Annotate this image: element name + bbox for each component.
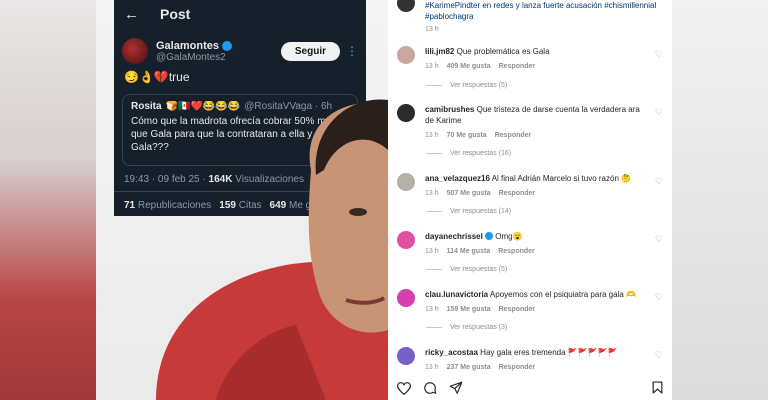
reply-button[interactable]: Responder bbox=[499, 188, 536, 199]
caption-hashtags[interactable]: #KarimePindter en redes y lanza fuerte a… bbox=[425, 0, 664, 11]
screenshot-root: ← Post Galamontes @GalaMontes2 Seguir ⋮ … bbox=[0, 0, 768, 400]
reply-button[interactable]: Responder bbox=[495, 130, 532, 141]
comment-likes[interactable]: 114 Me gusta bbox=[447, 246, 491, 257]
comment-likes[interactable]: 507 Me gusta bbox=[447, 188, 491, 199]
comment-likes[interactable]: 159 Me gusta bbox=[447, 304, 491, 315]
comment-username[interactable]: ana_velazquez16 bbox=[425, 174, 490, 183]
caption-hashtags-2[interactable]: #pablochagra bbox=[425, 11, 664, 22]
comment-time: 13 h bbox=[425, 190, 439, 197]
comment-text: Al final Adrián Marcelo si tuvo razón 🤔 bbox=[491, 174, 632, 183]
view-replies-button[interactable]: Ver respuestas (3) bbox=[426, 324, 507, 331]
avatar[interactable] bbox=[397, 173, 415, 191]
heart-icon[interactable]: ♡ bbox=[655, 176, 663, 187]
comment-time: 13 h bbox=[425, 63, 439, 70]
avatar[interactable] bbox=[397, 46, 415, 64]
comment-username[interactable]: clau.lunavictoria bbox=[425, 290, 488, 299]
avatar[interactable] bbox=[397, 104, 415, 122]
avatar[interactable] bbox=[397, 231, 415, 249]
reply-button[interactable]: Responder bbox=[499, 61, 536, 72]
comment-likes[interactable]: 70 Me gusta bbox=[447, 130, 487, 141]
comments-panel: #KarimePindter en redes y lanza fuerte a… bbox=[388, 0, 672, 400]
blurred-background-right bbox=[672, 0, 768, 400]
view-replies-button[interactable]: Ver respuestas (14) bbox=[426, 208, 511, 215]
comment-time: 13 h bbox=[425, 248, 439, 255]
heart-icon[interactable]: ♡ bbox=[655, 234, 663, 245]
heart-icon[interactable]: ♡ bbox=[655, 350, 663, 361]
reply-button[interactable]: Responder bbox=[499, 304, 536, 315]
comment-likes[interactable]: 237 Me gusta bbox=[447, 362, 491, 373]
comment-username[interactable]: dayanechrissel bbox=[425, 232, 483, 241]
view-replies-button[interactable]: Ver respuestas (16) bbox=[426, 150, 511, 157]
comment-time: 13 h bbox=[425, 132, 439, 139]
view-replies-button[interactable]: Ver respuestas (5) bbox=[426, 266, 507, 273]
comment-time: 13 h bbox=[425, 306, 439, 313]
comment-text: Hay gala eres tremenda 🚩🚩🚩🚩🚩 bbox=[480, 348, 618, 357]
avatar[interactable] bbox=[397, 289, 415, 307]
comment-text: Que problemática es Gala bbox=[456, 47, 550, 56]
video-player[interactable]: ← Post Galamontes @GalaMontes2 Seguir ⋮ … bbox=[96, 0, 388, 400]
view-replies-button[interactable]: Ver respuestas (5) bbox=[426, 82, 507, 89]
comment-username[interactable]: ricky_acostaa bbox=[425, 348, 478, 357]
heart-icon[interactable]: ♡ bbox=[655, 107, 663, 118]
heart-icon[interactable]: ♡ bbox=[655, 49, 663, 60]
caption-time: 13 h bbox=[425, 26, 439, 33]
avatar[interactable] bbox=[397, 347, 415, 365]
reply-button[interactable]: Responder bbox=[499, 362, 536, 373]
comment-text: Apoyemos con el psiquiatra para gala 🫶 bbox=[489, 290, 636, 299]
comment-username[interactable]: lili.jm82 bbox=[425, 47, 454, 56]
verified-badge-icon bbox=[485, 232, 494, 240]
comment-icon[interactable] bbox=[423, 381, 437, 395]
comment-username[interactable]: camibrushes bbox=[425, 105, 474, 114]
share-icon[interactable] bbox=[449, 381, 463, 395]
comment-text: Omg😮 bbox=[495, 232, 523, 241]
comment-likes[interactable]: 409 Me gusta bbox=[447, 61, 491, 72]
post-action-bar bbox=[388, 376, 672, 400]
bookmark-icon[interactable] bbox=[652, 381, 663, 399]
heart-icon[interactable]: ♡ bbox=[655, 292, 663, 303]
blurred-background-left bbox=[0, 0, 96, 400]
presenter-person bbox=[156, 99, 388, 400]
comment-time: 13 h bbox=[425, 364, 439, 371]
post-caption: #KarimePindter en redes y lanza fuerte a… bbox=[388, 0, 672, 35]
reply-button[interactable]: Responder bbox=[498, 246, 535, 257]
heart-icon[interactable] bbox=[397, 381, 411, 395]
